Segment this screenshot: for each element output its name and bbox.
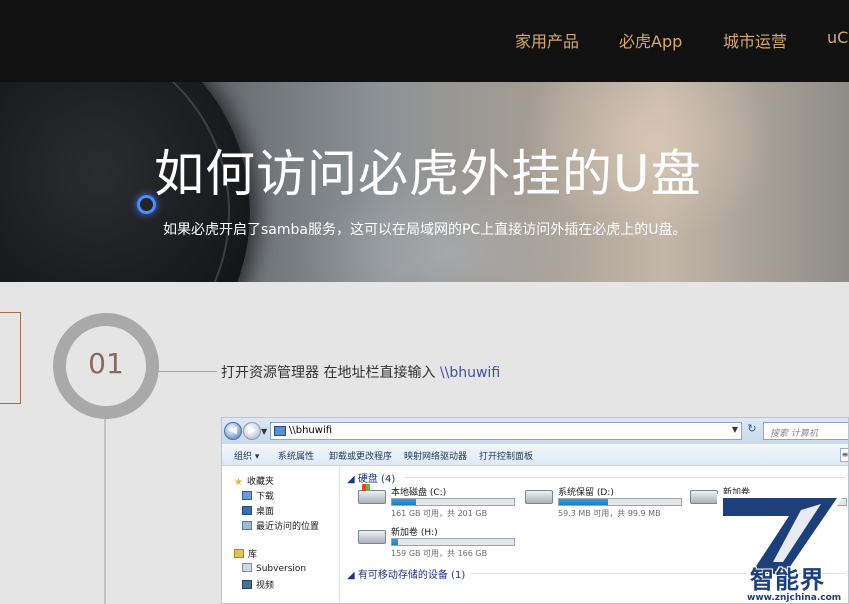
- nav-desktop[interactable]: 桌面: [242, 504, 274, 517]
- uninstall-program-button[interactable]: 卸载或更改程序: [329, 449, 392, 462]
- drive-usage-fill: [392, 539, 399, 545]
- step-address-link[interactable]: \\bhuwifi: [440, 365, 500, 381]
- back-button[interactable]: ◀: [224, 422, 242, 440]
- drive-name: 系统保留 (D:): [558, 488, 614, 498]
- nav-uc[interactable]: uC: [827, 28, 848, 47]
- nav-city-operations[interactable]: 城市运营: [723, 28, 787, 52]
- group-divider: [405, 477, 845, 478]
- history-dropdown-icon[interactable]: ▼: [261, 427, 267, 436]
- watermark-brand: 智能界: [750, 566, 825, 594]
- refresh-icon[interactable]: ↻: [745, 422, 759, 440]
- step-number: 01: [88, 347, 124, 380]
- drive-name: 本地磁盘 (C:): [391, 488, 447, 498]
- drive-usage-bar: [391, 498, 515, 506]
- system-properties-button[interactable]: 系统属性: [278, 449, 314, 462]
- address-dropdown-icon[interactable]: ▼: [732, 425, 738, 434]
- side-decoration: [0, 312, 21, 404]
- nav-subversion[interactable]: Subversion: [242, 563, 306, 574]
- timeline-line: [104, 412, 106, 604]
- explorer-nav-pane: ★ 收藏夹 下载 桌面 最近访问的位置 库 Subversion 视频: [222, 466, 340, 603]
- hard-disks-group-title[interactable]: ◢ 硬盘 (4): [347, 470, 395, 485]
- nav-libraries[interactable]: 库: [234, 547, 257, 560]
- address-input[interactable]: \\bhuwifi ▼: [270, 422, 742, 440]
- nav-videos[interactable]: 视频: [242, 578, 274, 591]
- organize-button[interactable]: 组织 ▾: [234, 449, 259, 462]
- drive-c[interactable]: 本地磁盘 (C:) 161 GB 可用，共 201 GB: [358, 484, 528, 521]
- network-computer-icon: [274, 426, 286, 436]
- drive-usage-fill: [559, 499, 608, 505]
- hard-drive-icon: [358, 484, 386, 504]
- nav-home-products[interactable]: 家用产品: [515, 28, 579, 52]
- hard-drive-icon: [358, 530, 386, 544]
- explorer-address-bar: ◀ ▶ ▼ \\bhuwifi ▼ ↻ 搜索 计算机: [222, 418, 848, 444]
- search-input[interactable]: 搜索 计算机: [763, 422, 848, 440]
- top-nav: 家用产品 必虎App 城市运营 uC: [0, 0, 849, 82]
- drive-space-info: 59.3 MB 可用，共 99.9 MB: [558, 509, 661, 518]
- star-icon: ★: [234, 477, 243, 488]
- nav-favorites[interactable]: ★ 收藏夹: [234, 474, 274, 488]
- step-text: 打开资源管理器 在地址栏直接输入: [221, 365, 440, 381]
- hero-banner: 如何访问必虎外挂的U盘 如果必虎开启了samba服务，这可以在局域网的PC上直接…: [0, 82, 849, 282]
- drive-usage-bar: [391, 538, 515, 546]
- download-folder-icon: [242, 491, 252, 500]
- drive-name: 新加卷 (H:): [391, 528, 438, 538]
- drive-space-info: 159 GB 可用，共 166 GB: [391, 549, 488, 558]
- nav-downloads[interactable]: 下载: [242, 489, 274, 502]
- drive-h[interactable]: 新加卷 (H:) 159 GB 可用，共 166 GB: [358, 525, 528, 561]
- drive-space-info: 161 GB 可用，共 201 GB: [391, 509, 488, 518]
- drive-usage-bar: [558, 498, 682, 506]
- recent-places-icon: [242, 521, 252, 530]
- step-description: 打开资源管理器 在地址栏直接输入 \\bhuwifi: [221, 362, 500, 382]
- open-control-panel-button[interactable]: 打开控制面板: [479, 449, 533, 462]
- subversion-folder-icon: [242, 563, 252, 572]
- page-title: 如何访问必虎外挂的U盘: [154, 145, 702, 203]
- znjchina-watermark: 智能界 www.znjchina.com: [713, 490, 849, 604]
- drive-usage-fill: [392, 499, 417, 505]
- page-subtitle: 如果必虎开启了samba服务，这可以在局域网的PC上直接访问外插在必虎上的U盘。: [163, 222, 687, 238]
- library-icon: [234, 549, 244, 558]
- desktop-icon: [242, 506, 252, 515]
- explorer-toolbar: 组织 ▾ 系统属性 卸载或更改程序 映射网络驱动器 打开控制面板 ≡: [222, 444, 848, 466]
- video-library-icon: [242, 580, 252, 589]
- removable-storage-group-title[interactable]: ◢ 有可移动存储的设备 (1): [347, 566, 465, 581]
- nav-recent-places[interactable]: 最近访问的位置: [242, 519, 319, 532]
- view-options-icon[interactable]: ≡: [840, 448, 848, 462]
- hard-drive-icon: [525, 490, 553, 504]
- map-network-drive-button[interactable]: 映射网络驱动器: [404, 449, 467, 462]
- address-text: \\bhuwifi: [289, 425, 333, 436]
- watermark-url: www.znjchina.com: [747, 593, 842, 603]
- step-connector: [159, 371, 217, 372]
- drive-d[interactable]: 系统保留 (D:) 59.3 MB 可用，共 99.9 MB: [525, 485, 695, 521]
- search-placeholder: 搜索 计算机: [770, 429, 818, 439]
- forward-button[interactable]: ▶: [243, 422, 261, 440]
- nav-bihu-app[interactable]: 必虎App: [619, 28, 682, 52]
